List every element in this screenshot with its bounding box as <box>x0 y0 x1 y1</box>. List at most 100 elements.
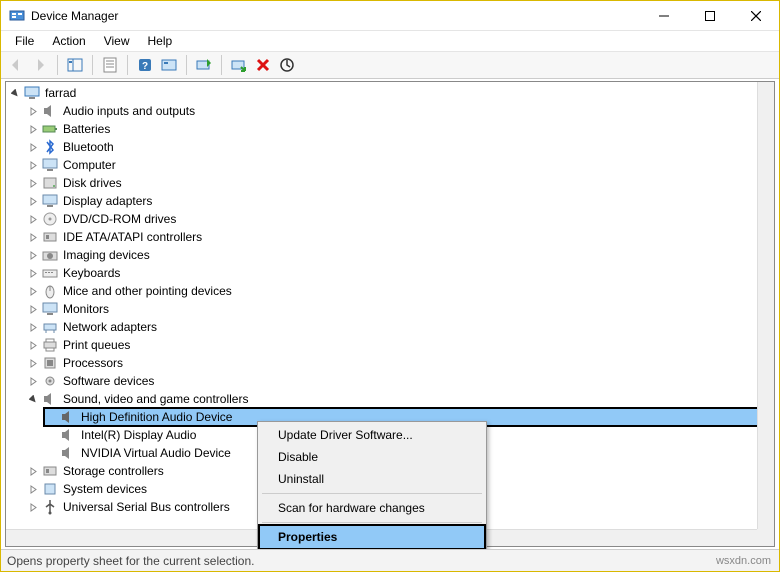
tree-category-mice[interactable]: Mice and other pointing devices <box>8 282 774 300</box>
network-icon <box>42 319 58 335</box>
toolbar-disable[interactable] <box>228 54 250 76</box>
tree-category-software[interactable]: Software devices <box>8 372 774 390</box>
expander-closed-icon[interactable] <box>26 264 40 282</box>
status-bar: Opens property sheet for the current sel… <box>1 549 779 571</box>
expander-closed-icon[interactable] <box>26 246 40 264</box>
vertical-scrollbar[interactable] <box>757 82 774 529</box>
expander-closed-icon[interactable] <box>26 192 40 210</box>
tree-category-processors[interactable]: Processors <box>8 354 774 372</box>
tree-category-display[interactable]: Display adapters <box>8 192 774 210</box>
tree-category-label: DVD/CD-ROM drives <box>61 210 178 228</box>
cpu-icon <box>42 355 58 371</box>
menu-view[interactable]: View <box>96 32 138 50</box>
expander-closed-icon[interactable] <box>26 102 40 120</box>
app-icon <box>9 8 25 24</box>
watermark: wsxdn.com <box>716 555 771 567</box>
tree-category-ide[interactable]: IDE ATA/ATAPI controllers <box>8 228 774 246</box>
expander-open-icon[interactable] <box>26 390 40 408</box>
tree-category-bluetooth[interactable]: Bluetooth <box>8 138 774 156</box>
disk-icon <box>42 175 58 191</box>
menu-help[interactable]: Help <box>140 32 181 50</box>
toolbar-scan-hardware[interactable] <box>276 54 298 76</box>
tree-category-label: Monitors <box>61 300 111 318</box>
disc-icon <box>42 211 58 227</box>
tree-category-disk[interactable]: Disk drives <box>8 174 774 192</box>
tree-category-monitors[interactable]: Monitors <box>8 300 774 318</box>
tree-category-keyboards[interactable]: Keyboards <box>8 264 774 282</box>
tree-category-audio_io[interactable]: Audio inputs and outputs <box>8 102 774 120</box>
nav-forward-button <box>29 54 51 76</box>
expander-closed-icon[interactable] <box>26 498 40 516</box>
expander-closed-icon[interactable] <box>26 372 40 390</box>
controller-icon <box>42 229 58 245</box>
context-menu-uninstall[interactable]: Uninstall <box>260 468 484 490</box>
tree-category-batteries[interactable]: Batteries <box>8 120 774 138</box>
window-title: Device Manager <box>31 9 118 23</box>
tree-category-label: Bluetooth <box>61 138 116 156</box>
speaker-icon <box>60 445 76 461</box>
mouse-icon <box>42 283 58 299</box>
expander-closed-icon[interactable] <box>26 462 40 480</box>
expander-closed-icon[interactable] <box>26 282 40 300</box>
tree-category-label: Network adapters <box>61 318 159 336</box>
expander-closed-icon[interactable] <box>26 138 40 156</box>
tree-category-imaging[interactable]: Imaging devices <box>8 246 774 264</box>
expander-closed-icon[interactable] <box>26 210 40 228</box>
tree-category-label: Sound, video and game controllers <box>61 390 250 408</box>
tree-device-label: High Definition Audio Device <box>79 408 234 426</box>
tree-category-network[interactable]: Network adapters <box>8 318 774 336</box>
tree-category-print[interactable]: Print queues <box>8 336 774 354</box>
monitor-icon <box>42 193 58 209</box>
expander-closed-icon[interactable] <box>26 156 40 174</box>
expander-closed-icon[interactable] <box>26 174 40 192</box>
expander-open-icon[interactable] <box>8 84 22 102</box>
menu-action[interactable]: Action <box>44 32 93 50</box>
chip-icon <box>42 481 58 497</box>
svg-text:?: ? <box>142 61 148 72</box>
maximize-button[interactable] <box>687 1 733 31</box>
context-menu-properties[interactable]: Properties <box>260 526 484 548</box>
tree-category-label: Display adapters <box>61 192 154 210</box>
tree-category-computer[interactable]: Computer <box>8 156 774 174</box>
tree-root[interactable]: farrad <box>8 84 774 102</box>
usb-icon <box>42 499 58 515</box>
expander-closed-icon[interactable] <box>26 336 40 354</box>
tree-category-label: Universal Serial Bus controllers <box>61 498 232 516</box>
close-button[interactable] <box>733 1 779 31</box>
tree-category-dvd[interactable]: DVD/CD-ROM drives <box>8 210 774 228</box>
expander-closed-icon[interactable] <box>26 480 40 498</box>
toolbar-action-icon[interactable] <box>158 54 180 76</box>
toolbar-uninstall[interactable] <box>252 54 274 76</box>
monitor-icon <box>42 301 58 317</box>
camera-icon <box>42 247 58 263</box>
toolbar-properties[interactable] <box>99 54 121 76</box>
menu-file[interactable]: File <box>7 32 42 50</box>
expander-closed-icon[interactable] <box>26 300 40 318</box>
context-menu-disable[interactable]: Disable <box>260 446 484 468</box>
gear-icon <box>42 373 58 389</box>
menu-bar: File Action View Help <box>1 31 779 51</box>
tree-device-label: Intel(R) Display Audio <box>79 426 198 444</box>
tree-category-sound[interactable]: Sound, video and game controllers <box>8 390 774 408</box>
context-menu-scan[interactable]: Scan for hardware changes <box>260 497 484 519</box>
scroll-corner <box>757 529 774 546</box>
tree-category-label: Keyboards <box>61 264 122 282</box>
keyboard-icon <box>42 265 58 281</box>
minimize-button[interactable] <box>641 1 687 31</box>
expander-closed-icon[interactable] <box>26 318 40 336</box>
context-menu: Update Driver Software... Disable Uninst… <box>257 421 487 551</box>
tree-category-label: System devices <box>61 480 149 498</box>
expander-closed-icon[interactable] <box>26 228 40 246</box>
tree-category-label: Audio inputs and outputs <box>61 102 197 120</box>
toolbar-update-driver[interactable] <box>193 54 215 76</box>
toolbar-help[interactable]: ? <box>134 54 156 76</box>
tree-category-label: Processors <box>61 354 125 372</box>
menu-separator <box>262 522 482 523</box>
expander-closed-icon[interactable] <box>26 120 40 138</box>
toolbar-show-hide-console-tree[interactable] <box>64 54 86 76</box>
expander-closed-icon[interactable] <box>26 354 40 372</box>
tree-device-label: NVIDIA Virtual Audio Device <box>79 444 233 462</box>
speaker-icon <box>42 391 58 407</box>
speaker-icon <box>60 409 76 425</box>
context-menu-update-driver[interactable]: Update Driver Software... <box>260 424 484 446</box>
